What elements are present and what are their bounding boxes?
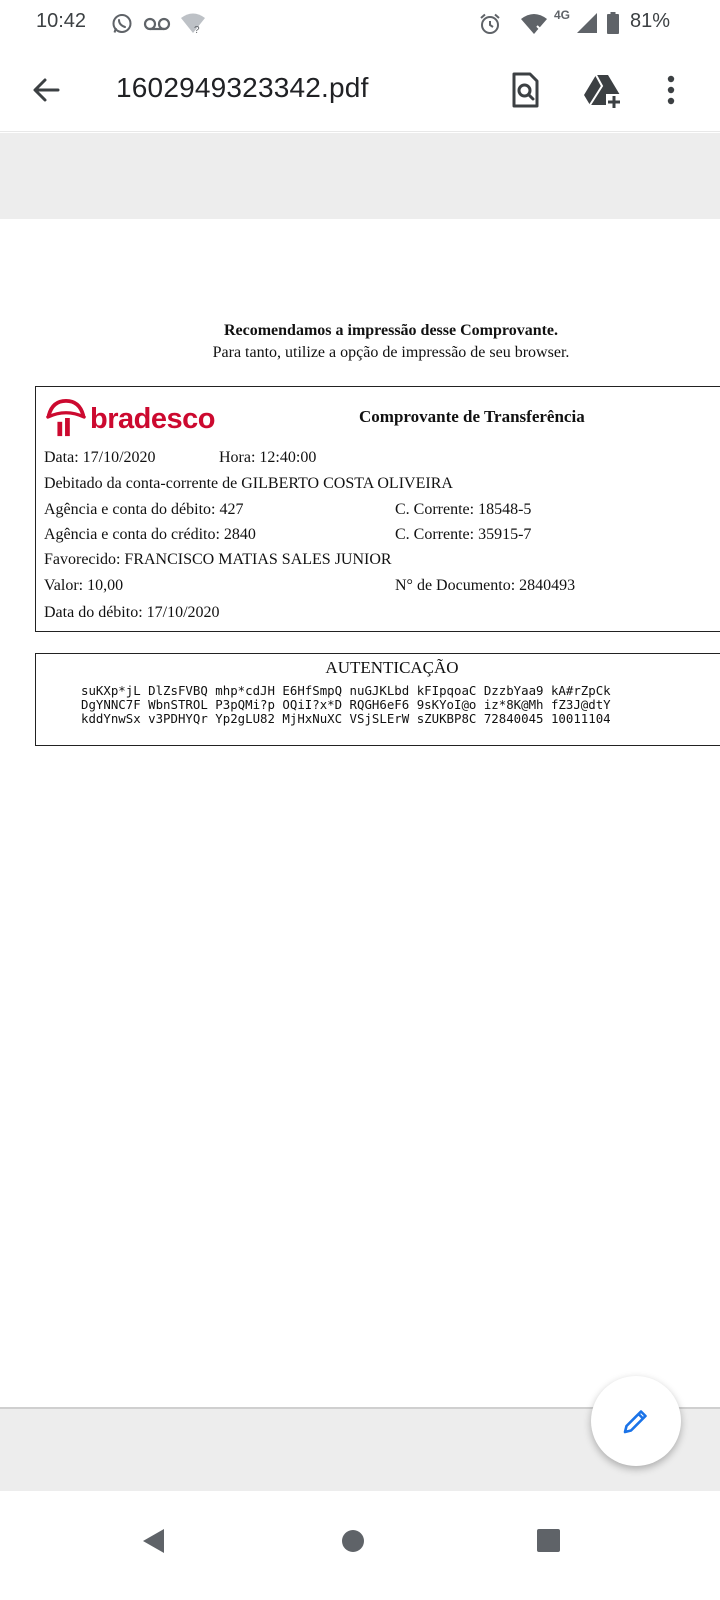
search-document-icon[interactable]	[505, 70, 545, 110]
viewer-background-top	[0, 133, 720, 219]
battery-icon	[607, 12, 619, 34]
wifi-unknown-icon: ?	[181, 13, 205, 36]
debited-account-holder: Debitado da conta-corrente de GILBERTO C…	[44, 475, 453, 492]
more-vert-icon[interactable]	[651, 70, 691, 110]
credit-branch-account: Agência e conta do crédito: 2840	[44, 526, 256, 543]
authentication-title: AUTENTICAÇÃO	[325, 658, 459, 677]
edit-fab-button[interactable]	[591, 1376, 681, 1466]
receipt-time: Hora: 12:40:00	[219, 449, 317, 466]
bradesco-logo-icon	[46, 398, 86, 437]
authentication-box: AUTENTICAÇÃO suKXp*jL DlZsFVBQ mhp*cdJH …	[35, 653, 720, 746]
svg-text:?: ?	[194, 25, 200, 36]
document-number: N° de Documento: 2840493	[395, 577, 576, 594]
amount: Valor: 10,00	[44, 577, 124, 594]
back-arrow-icon[interactable]	[30, 74, 62, 106]
bank-name: bradesco	[90, 403, 215, 435]
debit-current-account: C. Corrente: 18548-5	[395, 501, 532, 518]
beneficiary: Favorecido: FRANCISCO MATIAS SALES JUNIO…	[44, 551, 392, 568]
wifi-icon	[521, 14, 547, 34]
home-circle-icon[interactable]	[329, 1517, 377, 1565]
receipt-title: Comprovante de Transferência	[359, 407, 585, 426]
battery-percent: 81%	[629, 10, 670, 32]
credit-current-account: C. Corrente: 35915-7	[395, 526, 532, 543]
recents-square-icon[interactable]	[525, 1517, 573, 1565]
status-bar: 10:42 ? 4G 81%	[0, 0, 720, 48]
signal-4g-icon	[577, 13, 597, 33]
voicemail-icon	[143, 17, 171, 31]
auth-code-line: DgYNNC7F WbnSTROL P3pQMi?p OQiI?x*D RQGH…	[81, 697, 611, 712]
drive-add-icon[interactable]	[582, 70, 622, 110]
authentication-codes: suKXp*jL DlZsFVBQ mhp*cdJH E6HfSmpQ nuGJ…	[81, 684, 611, 726]
pdf-page: Recomendamos a impressão desse Comprovan…	[0, 219, 720, 1407]
recommend-title: Recomendamos a impressão desse Comprovan…	[223, 322, 559, 339]
whatsapp-icon	[112, 14, 132, 33]
recommend-subtitle: Para tanto, utilize a opção de impressão…	[212, 344, 570, 361]
debit-branch-account: Agência e conta do débito: 427	[44, 501, 244, 518]
receipt-date: Data: 17/10/2020	[44, 449, 156, 466]
network-type: 4G	[554, 8, 571, 22]
app-bar: 1602949323342.pdf	[0, 48, 720, 132]
auth-code-line: kddYnwSx v3PDHYQr Yp2gLU82 MjHxNuXC VSjS…	[81, 711, 611, 726]
alarm-icon	[480, 13, 500, 34]
auth-code-line: suKXp*jL DlZsFVBQ mhp*cdJH E6HfSmpQ nuGJ…	[81, 683, 611, 698]
edit-pencil-icon	[623, 1410, 647, 1434]
debit-date: Data do débito: 17/10/2020	[44, 604, 220, 621]
transfer-receipt: bradesco Comprovante de Transferência Da…	[35, 386, 720, 632]
back-triangle-icon[interactable]	[130, 1517, 178, 1565]
document-title: 1602949323342.pdf	[116, 72, 369, 103]
system-navigation-bar	[0, 1491, 720, 1600]
status-time: 10:42	[36, 10, 87, 32]
